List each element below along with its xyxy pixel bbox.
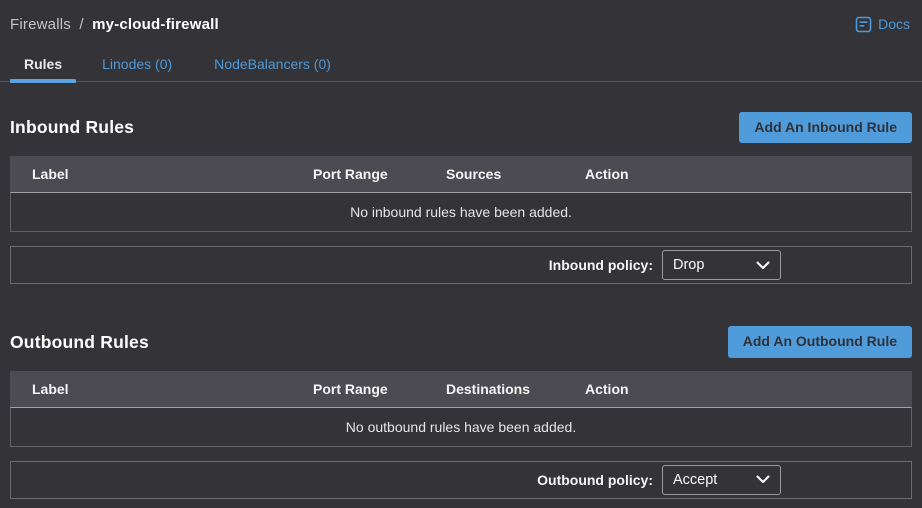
outbound-empty-message: No outbound rules have been added. <box>346 419 576 435</box>
outbound-table-header-row: Label Port Range Destinations Action <box>10 371 912 407</box>
outbound-policy-row: Outbound policy: Accept <box>10 461 912 499</box>
outbound-column-label: Label <box>10 381 313 397</box>
breadcrumb: Firewalls / my-cloud-firewall <box>10 16 219 33</box>
inbound-policy-label: Inbound policy: <box>549 257 653 273</box>
outbound-empty-row: No outbound rules have been added. <box>10 407 912 447</box>
add-outbound-rule-button[interactable]: Add An Outbound Rule <box>728 326 912 357</box>
outbound-column-port: Port Range <box>313 381 446 397</box>
breadcrumb-current-firewall: my-cloud-firewall <box>92 16 219 33</box>
inbound-table-header-row: Label Port Range Sources Action <box>10 156 912 192</box>
inbound-section-header: Inbound Rules Add An Inbound Rule <box>10 112 912 143</box>
inbound-column-sources: Sources <box>446 166 585 182</box>
outbound-column-action: Action <box>585 381 912 397</box>
tab-linodes[interactable]: Linodes (0) <box>86 50 188 81</box>
docs-link-label: Docs <box>878 16 910 32</box>
inbound-empty-message: No inbound rules have been added. <box>350 204 572 220</box>
outbound-column-destinations: Destinations <box>446 381 585 397</box>
document-icon <box>855 16 872 33</box>
inbound-column-label: Label <box>10 166 313 182</box>
inbound-policy-select[interactable]: Drop <box>662 250 781 280</box>
firewall-detail-page: Firewalls / my-cloud-firewall Docs Rules… <box>0 0 922 508</box>
inbound-rules-table: Label Port Range Sources Action No inbou… <box>10 156 912 232</box>
add-inbound-rule-button[interactable]: Add An Inbound Rule <box>739 112 912 143</box>
docs-link[interactable]: Docs <box>855 16 910 33</box>
chevron-down-icon <box>756 261 770 270</box>
inbound-policy-value: Drop <box>673 257 704 273</box>
topbar: Firewalls / my-cloud-firewall Docs <box>0 0 922 38</box>
tab-bar: Rules Linodes (0) NodeBalancers (0) <box>0 52 922 82</box>
inbound-empty-row: No inbound rules have been added. <box>10 192 912 232</box>
inbound-column-port: Port Range <box>313 166 446 182</box>
tab-rules[interactable]: Rules <box>10 50 76 81</box>
outbound-policy-value: Accept <box>673 472 717 488</box>
outbound-rules-title: Outbound Rules <box>10 332 149 353</box>
tab-nodebalancers[interactable]: NodeBalancers (0) <box>198 50 347 81</box>
breadcrumb-firewalls-link[interactable]: Firewalls <box>10 16 71 33</box>
inbound-column-action: Action <box>585 166 912 182</box>
breadcrumb-separator: / <box>79 16 83 33</box>
chevron-down-icon <box>756 475 770 484</box>
inbound-policy-row: Inbound policy: Drop <box>10 246 912 284</box>
outbound-policy-label: Outbound policy: <box>537 472 653 488</box>
content-area: Inbound Rules Add An Inbound Rule Label … <box>0 112 922 499</box>
outbound-section-header: Outbound Rules Add An Outbound Rule <box>10 326 912 357</box>
inbound-rules-title: Inbound Rules <box>10 117 134 138</box>
outbound-rules-table: Label Port Range Destinations Action No … <box>10 371 912 447</box>
outbound-policy-select[interactable]: Accept <box>662 465 781 495</box>
